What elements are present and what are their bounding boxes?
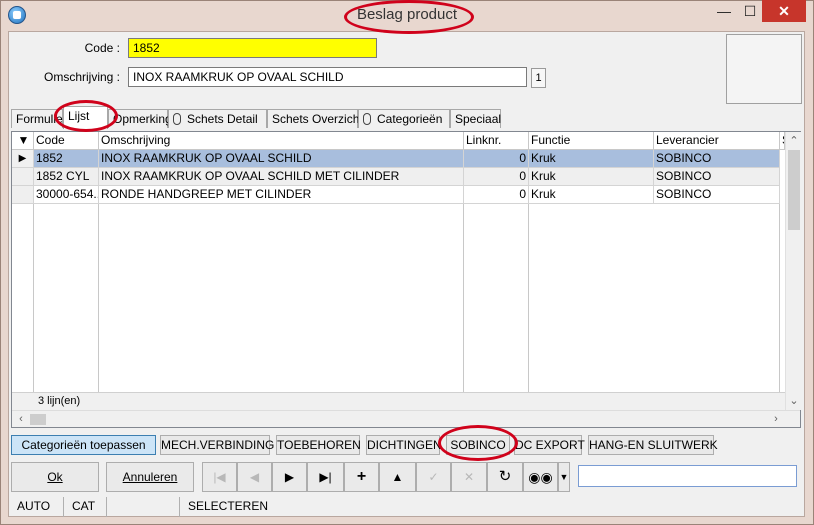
cell-leverancier: SOBINCO [654, 186, 780, 204]
code-label: Code : [84, 41, 120, 55]
paperclip-icon [173, 113, 181, 125]
row-indicator [12, 168, 34, 186]
horizontal-scrollbar[interactable]: ‹ › [12, 410, 800, 427]
last-record-icon[interactable]: ▶| [307, 462, 344, 492]
filter-mech-verbinding[interactable]: MECH.VERBINDING [160, 435, 274, 455]
cell-functie: Kruk [529, 186, 654, 204]
annotation-ellipse-sobinco [438, 425, 518, 461]
row-indicator [12, 186, 34, 204]
header-leverancier[interactable]: Leverancier [654, 132, 780, 150]
code-field[interactable]: 1852 [128, 38, 377, 58]
filter-toebehoren[interactable]: TOEBEHOREN [276, 435, 361, 455]
cell-omschrijving: RONDE HANDGREEP MET CILINDER [99, 186, 464, 204]
refresh-icon[interactable]: ↻ [487, 462, 523, 492]
header-indicator: ▼ [12, 132, 34, 150]
annotation-ellipse-lijst [54, 100, 118, 132]
cell-leverancier: SOBINCO [654, 168, 780, 186]
table-row[interactable]: ▶ 1852 INOX RAAMKRUK OP OVAAL SCHILD 0 K… [12, 150, 780, 168]
vertical-scrollbar[interactable]: ⌃ ⌄ [785, 132, 802, 410]
cell-functie: Kruk [529, 168, 654, 186]
cell-linknr: 0 [464, 150, 529, 168]
status-cat: CAT [64, 497, 107, 517]
annotation-ellipse-title [344, 0, 474, 34]
scroll-down-icon[interactable]: ⌄ [786, 393, 802, 409]
scroll-left-icon[interactable]: ‹ [13, 411, 29, 427]
hscroll-thumb[interactable] [30, 414, 46, 425]
grid-footer: 3 lijn(en) [12, 392, 785, 410]
minimize-button[interactable]: — [712, 0, 736, 22]
header-linknr[interactable]: Linknr. [464, 132, 529, 150]
cell-code: 1852 CYL [34, 168, 99, 186]
cancel-edit-icon: ✕ [451, 462, 487, 492]
tab-schets-overzicht[interactable]: Schets Overzicht [267, 109, 363, 128]
status-auto: AUTO [9, 497, 64, 517]
filter-dc-export[interactable]: DC EXPORT [514, 435, 585, 455]
binoculars-icon[interactable]: ◉◉ [523, 462, 558, 492]
tab-speciaal[interactable]: Speciaal [450, 109, 501, 128]
tab-categorieen[interactable]: Categorieën [358, 109, 450, 128]
close-button[interactable]: ✕ [762, 0, 806, 22]
filter-dichtingen[interactable]: DICHTINGEN [366, 435, 442, 455]
product-grid[interactable]: ▼ Code Omschrijving Linknr. Functie Leve… [11, 131, 802, 428]
add-record-icon[interactable]: + [344, 462, 379, 492]
first-record-icon: |◀ [202, 462, 237, 492]
scroll-thumb[interactable] [788, 150, 800, 230]
scroll-right-icon[interactable]: › [768, 411, 784, 427]
header-code[interactable]: Code [34, 132, 99, 150]
row-pointer-icon: ▶ [12, 150, 34, 168]
omschrijving-label: Omschrijving : [43, 70, 120, 84]
tab-categorieen-label: Categorieën [377, 112, 443, 126]
tab-schets-detail[interactable]: Schets Detail [168, 109, 267, 128]
edit-up-icon[interactable]: ▲ [379, 462, 416, 492]
maximize-button[interactable]: ☐ [738, 0, 762, 22]
filter-hang-en-sluitwerk[interactable]: HANG-EN SLUITWERK [588, 435, 718, 455]
product-image-box [726, 34, 802, 104]
cell-linknr: 0 [464, 168, 529, 186]
ok-button[interactable]: Ok [11, 462, 99, 492]
cell-omschrijving: INOX RAAMKRUK OP OVAAL SCHILD [99, 150, 464, 168]
categorieen-toepassen-button[interactable]: Categorieën toepassen [11, 435, 156, 455]
confirm-icon: ✓ [416, 462, 451, 492]
search-dropdown-icon[interactable]: ▼ [558, 462, 570, 492]
annuleren-button[interactable]: Annuleren [106, 462, 194, 492]
cell-linknr: 0 [464, 186, 529, 204]
tab-schets-detail-label: Schets Detail [187, 112, 258, 126]
cell-omschrijving: INOX RAAMKRUK OP OVAAL SCHILD MET CILIND… [99, 168, 464, 186]
scroll-up-icon[interactable]: ⌃ [786, 133, 802, 149]
header-omschrijving[interactable]: Omschrijving [99, 132, 464, 150]
paperclip-icon [363, 113, 371, 125]
status-selecteren: SELECTEREN [188, 499, 269, 513]
header-functie[interactable]: Functie [529, 132, 654, 150]
previous-record-icon: ◀ [237, 462, 272, 492]
count-box: 1 [531, 68, 546, 88]
cell-code: 30000-654... [34, 186, 99, 204]
table-row[interactable]: 30000-654... RONDE HANDGREEP MET CILINDE… [12, 186, 780, 204]
table-row[interactable]: 1852 CYL INOX RAAMKRUK OP OVAAL SCHILD M… [12, 168, 780, 186]
cell-leverancier: SOBINCO [654, 150, 780, 168]
search-input[interactable] [578, 465, 797, 487]
omschrijving-field[interactable]: INOX RAAMKRUK OP OVAAL SCHILD [128, 67, 527, 87]
cell-functie: Kruk [529, 150, 654, 168]
status-empty [107, 497, 180, 517]
next-record-icon[interactable]: ▶ [272, 462, 307, 492]
cell-code: 1852 [34, 150, 99, 168]
